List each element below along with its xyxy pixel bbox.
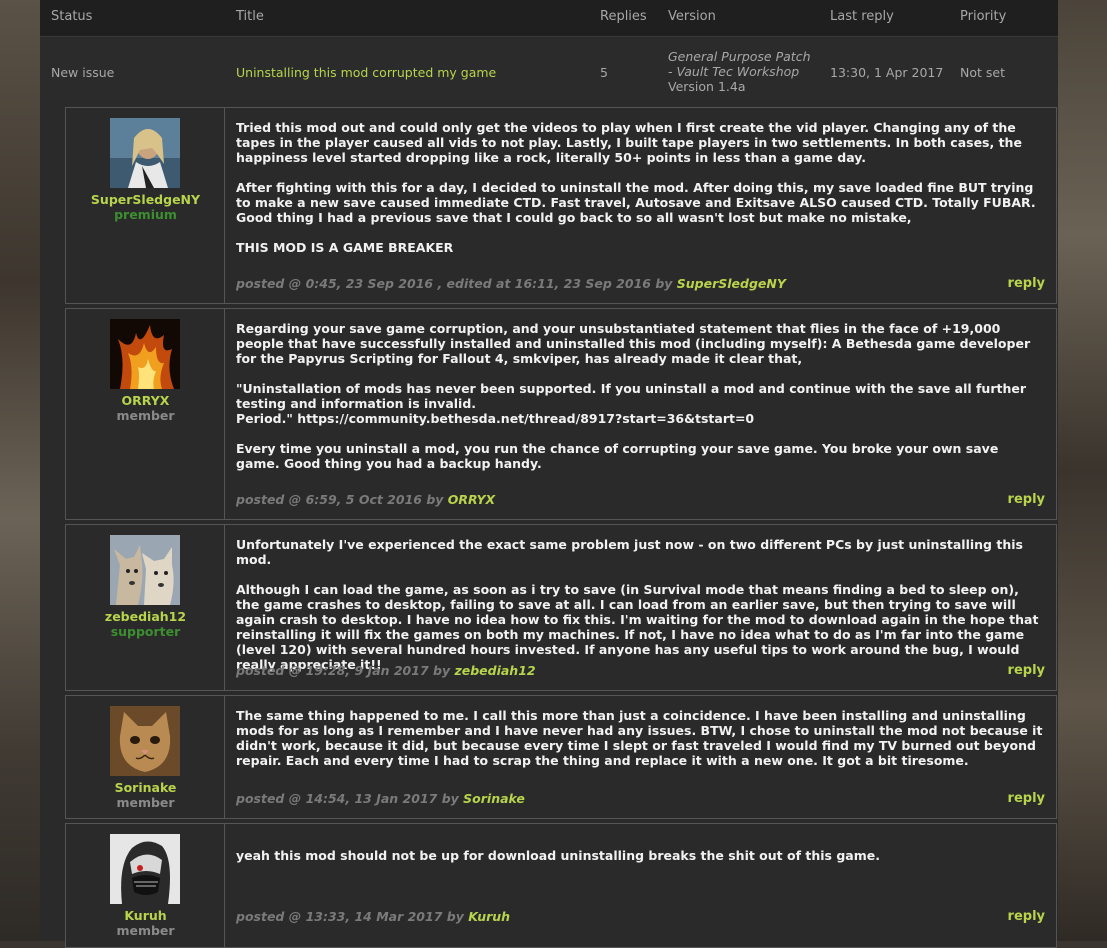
- comment-author-link[interactable]: SuperSledgeNY: [677, 276, 786, 291]
- header-status[interactable]: Status: [51, 9, 92, 24]
- issue-table-header: Status Title Replies Version Last reply …: [40, 0, 1058, 36]
- fire-figure-avatar[interactable]: [110, 319, 180, 389]
- comment-author-panel: Kuruh member: [66, 824, 225, 947]
- author-username[interactable]: Sorinake: [66, 780, 225, 795]
- two-dogs-avatar[interactable]: [110, 535, 180, 605]
- issue-version: General Purpose Patch - Vault Tec Worksh…: [668, 49, 818, 94]
- author-role-badge: member: [116, 923, 175, 938]
- comment-timestamp: posted @ 0:45, 23 Sep 2016 , edited at 1…: [236, 276, 673, 291]
- comment-author-panel: zebediah12 supporter: [66, 525, 225, 690]
- issue-title-link[interactable]: Uninstalling this mod corrupted my game: [236, 65, 496, 80]
- comment-author-panel: ORRYX member: [66, 309, 225, 519]
- comment-paragraph: THIS MOD IS A GAME BREAKER: [236, 240, 454, 255]
- author-username[interactable]: ORRYX: [66, 393, 225, 408]
- author-role-badge: premium: [114, 207, 177, 222]
- author-username[interactable]: zebediah12: [66, 609, 225, 624]
- header-last-reply[interactable]: Last reply: [830, 9, 894, 24]
- author-role-badge: member: [116, 795, 175, 810]
- comment-paragraph: After fighting with this for a day, I de…: [236, 180, 1036, 225]
- comment-text: yeah this mod should not be up for downl…: [236, 848, 1046, 878]
- comment-paragraph: "Uninstallation of mods has never been s…: [236, 381, 1027, 426]
- comment-body: The same thing happened to me. I call th…: [225, 696, 1056, 818]
- reply-button[interactable]: reply: [1008, 909, 1045, 924]
- comment-post: Sorinake member The same thing happened …: [65, 695, 1057, 819]
- comment-paragraph: Regarding your save game corruption, and…: [236, 321, 1031, 366]
- background-left-art: [0, 0, 40, 941]
- comment-text: The same thing happened to me. I call th…: [236, 708, 1046, 783]
- comment-author-link[interactable]: Sorinake: [463, 791, 525, 806]
- comment-author-link[interactable]: ORRYX: [448, 492, 495, 507]
- comment-author-link[interactable]: Kuruh: [468, 909, 510, 924]
- comment-paragraph: The same thing happened to me. I call th…: [236, 708, 1043, 768]
- issue-status: New issue: [51, 65, 115, 80]
- comment-body: Tried this mod out and could only get th…: [225, 108, 1056, 303]
- woman-portrait-avatar[interactable]: [110, 118, 180, 188]
- comment-timestamp: posted @ 6:59, 5 Oct 2016 by: [236, 492, 444, 507]
- comment-text: Tried this mod out and could only get th…: [236, 120, 1046, 270]
- comment-author-panel: SuperSledgeNY premium: [66, 108, 225, 303]
- comment-timestamp: posted @ 13:33, 14 Mar 2017 by: [236, 909, 464, 924]
- comment-meta: posted @ 14:54, 13 Jan 2017 by Sorinake: [236, 791, 525, 806]
- kitten-avatar[interactable]: [110, 706, 180, 776]
- comment-body: Regarding your save game corruption, and…: [225, 309, 1056, 519]
- issue-row: New issue Uninstalling this mod corrupte…: [40, 36, 1058, 101]
- comment-post: Kuruh member yeah this mod should not be…: [65, 823, 1057, 948]
- comment-text: Regarding your save game corruption, and…: [236, 321, 1046, 486]
- background-right-art: [1058, 0, 1107, 941]
- issue-priority: Not set: [960, 65, 1005, 80]
- comment-meta: posted @ 6:59, 5 Oct 2016 by ORRYX: [236, 492, 495, 507]
- comment-meta: posted @ 13:33, 14 Mar 2017 by Kuruh: [236, 909, 510, 924]
- issue-replies: 5: [600, 65, 608, 80]
- comment-timestamp: posted @ 19:28, 9 Jan 2017 by: [236, 663, 451, 678]
- comment-paragraph: Every time you uninstall a mod, you run …: [236, 441, 999, 471]
- author-role-badge: supporter: [110, 624, 181, 639]
- comment-meta: posted @ 19:28, 9 Jan 2017 by zebediah12: [236, 663, 536, 678]
- comment-author-link[interactable]: zebediah12: [454, 663, 535, 678]
- issue-version-line3: Version 1.4a: [668, 79, 746, 94]
- comment-body: Unfortunately I've experienced the exact…: [225, 525, 1056, 690]
- comment-paragraph: Unfortunately I've experienced the exact…: [236, 537, 1023, 567]
- author-username[interactable]: SuperSledgeNY: [66, 192, 225, 207]
- header-title[interactable]: Title: [236, 9, 264, 24]
- comment-paragraph: Tried this mod out and could only get th…: [236, 120, 1022, 165]
- comment-post: SuperSledgeNY premium Tried this mod out…: [65, 107, 1057, 304]
- author-username[interactable]: Kuruh: [66, 908, 225, 923]
- header-priority[interactable]: Priority: [960, 9, 1006, 24]
- issue-last-reply: 13:30, 1 Apr 2017: [830, 65, 944, 80]
- comment-author-panel: Sorinake member: [66, 696, 225, 818]
- issue-version-line2: - Vault Tec Workshop: [668, 64, 800, 79]
- header-replies[interactable]: Replies: [600, 9, 647, 24]
- reply-button[interactable]: reply: [1008, 492, 1045, 507]
- comment-timestamp: posted @ 14:54, 13 Jan 2017 by: [236, 791, 459, 806]
- issue-version-line1: General Purpose Patch: [668, 49, 811, 64]
- comment-body: yeah this mod should not be up for downl…: [225, 824, 1056, 947]
- comment-post: zebediah12 supporter Unfortunately I've …: [65, 524, 1057, 691]
- reply-button[interactable]: reply: [1008, 791, 1045, 806]
- comment-paragraph: Although I can load the game, as soon as…: [236, 582, 1039, 672]
- reply-button[interactable]: reply: [1008, 276, 1045, 291]
- masked-character-avatar[interactable]: [110, 834, 180, 904]
- comment-meta: posted @ 0:45, 23 Sep 2016 , edited at 1…: [236, 276, 786, 291]
- header-version[interactable]: Version: [668, 9, 716, 24]
- reply-button[interactable]: reply: [1008, 663, 1045, 678]
- comment-post: ORRYX member Regarding your save game co…: [65, 308, 1057, 520]
- comment-paragraph: yeah this mod should not be up for downl…: [236, 848, 880, 863]
- author-role-badge: member: [116, 408, 175, 423]
